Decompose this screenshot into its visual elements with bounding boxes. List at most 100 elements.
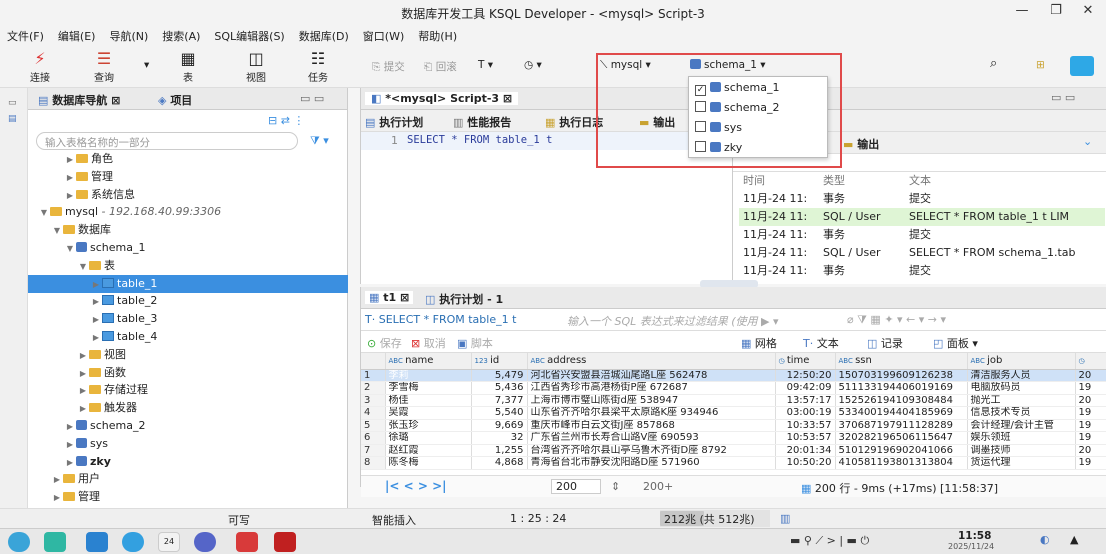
expand-toggle-icon[interactable]: ▼ <box>77 258 89 276</box>
table-cell[interactable]: 张玉珍 <box>385 419 472 432</box>
table-cell[interactable]: 电脑放码员 <box>967 381 1076 395</box>
tree-node[interactable]: ▼ 数据库 <box>28 221 348 239</box>
table-cell[interactable]: 20:01:34 <box>775 444 836 457</box>
tree-node[interactable]: ▶ 管理 <box>28 488 348 506</box>
tree-node[interactable]: ▶ 存储过程 <box>28 381 348 399</box>
table-cell[interactable]: 陈冬梅 <box>385 456 472 470</box>
ksql-developer-icon[interactable] <box>274 532 296 552</box>
table-cell[interactable]: 20 <box>1075 394 1106 407</box>
table-cell[interactable]: 5,479 <box>471 369 528 382</box>
table-row[interactable]: 8 陈冬梅 4,868 青海省台北市静安沈阳路D座 571960 10:50:20 410… <box>361 456 1106 470</box>
tree-node[interactable]: ▶ 角色 <box>28 150 348 168</box>
terminal-app-icon[interactable] <box>86 532 108 552</box>
filter-expression-input[interactable]: 输入一个 SQL 表达式来过滤结果 (使用 ▶ ▾ <box>567 313 779 329</box>
transaction-mode-icon[interactable]: T ▾ <box>478 59 493 71</box>
tree-node[interactable]: ▼ 表 <box>28 257 348 275</box>
expand-toggle-icon[interactable]: ▶ <box>90 329 102 347</box>
table-row[interactable]: 1 李莉 5,479 河北省兴安盟县涪城汕尾路L座 562478 12:50:20 150… <box>361 369 1106 382</box>
column-header[interactable]: ◷ <box>1075 353 1106 370</box>
execution-log-button[interactable]: ▦ 执行日志 <box>545 114 603 130</box>
table-cell[interactable]: 清洁服务人员 <box>967 369 1076 382</box>
start-menu-icon[interactable] <box>8 532 30 552</box>
maximize-button[interactable]: ❐ <box>1042 3 1070 21</box>
table-cell[interactable]: 赵红霞 <box>385 444 472 457</box>
table-cell[interactable]: 19 <box>1075 419 1106 432</box>
menu-sql-editor[interactable]: SQL编辑器(S) <box>207 24 291 48</box>
log-row[interactable]: 11月-24 11: 事务 提交 <box>739 190 1105 208</box>
tree-node[interactable]: ▶ 用户 <box>28 470 348 488</box>
expand-toggle-icon[interactable]: ▶ <box>77 365 89 383</box>
column-header[interactable]: 123 id <box>471 353 528 370</box>
collapse-icon[interactable]: ⌄ <box>1083 135 1092 148</box>
sql-text[interactable]: SELECT * FROM table_1 t <box>407 134 552 146</box>
column-header[interactable]: ABC ssn <box>835 353 968 370</box>
query-dropdown-icon[interactable]: ▾ <box>144 59 149 71</box>
menu-database[interactable]: 数据库(D) <box>292 24 356 48</box>
table-cell[interactable]: 信息技术专员 <box>967 406 1076 420</box>
table-cell[interactable]: 会计经理/会计主管 <box>967 419 1076 432</box>
bell-icon[interactable]: ▲ <box>1070 533 1078 546</box>
cancel-button[interactable]: ⊠ 取消 <box>411 335 446 351</box>
page-size-stepper[interactable]: ⇕ <box>611 480 620 493</box>
table-cell[interactable]: 19 <box>1075 406 1106 420</box>
table-cell[interactable]: 5,540 <box>471 406 528 420</box>
table-cell[interactable]: 410581193801313804 <box>835 456 968 470</box>
save-button[interactable]: ⊙ 保存 <box>367 335 402 351</box>
table-cell[interactable]: 510129196902041066 <box>835 444 968 457</box>
column-header[interactable]: ABC address <box>527 353 776 370</box>
ai-assistant-icon[interactable] <box>1070 56 1094 76</box>
history-icon[interactable]: ◷ ▾ <box>524 59 542 71</box>
table-cell[interactable]: 19 <box>1075 456 1106 470</box>
grid-view-button[interactable]: ▦ 网格 <box>741 335 777 351</box>
expand-toggle-icon[interactable]: ▼ <box>51 222 63 240</box>
menu-window[interactable]: 窗口(W) <box>356 24 411 48</box>
log-row[interactable]: 11月-24 11: SQL / User SELECT * FROM schema… <box>739 244 1105 262</box>
tree-node[interactable]: ▶ 视图 <box>28 346 348 364</box>
expand-toggle-icon[interactable]: ▶ <box>64 454 76 472</box>
text-view-button[interactable]: T· 文本 <box>803 335 839 351</box>
column-header[interactable]: ABC name <box>385 353 472 370</box>
table-cell[interactable]: 货运代理 <box>967 456 1076 470</box>
menu-edit[interactable]: 编辑(E) <box>51 24 103 48</box>
table-cell[interactable]: 12:50:20 <box>775 369 836 382</box>
expand-toggle-icon[interactable]: ▶ <box>64 436 76 454</box>
table-cell[interactable]: 调墨技师 <box>967 444 1076 457</box>
table-row[interactable]: 2 李雪梅 5,436 江西省秀珍市高港杨街P座 672687 09:42:09 5111… <box>361 381 1106 395</box>
table-cell[interactable]: 10:50:20 <box>775 456 836 470</box>
menu-navigate[interactable]: 导航(N) <box>102 24 155 48</box>
expand-toggle-icon[interactable]: ▶ <box>77 382 89 400</box>
table-cell[interactable]: 娱乐领班 <box>967 431 1076 445</box>
expand-toggle-icon[interactable]: ▼ <box>38 204 50 222</box>
log-row[interactable]: 11月-24 11: 事务 提交 <box>739 262 1105 280</box>
gc-icon[interactable]: ▥ <box>780 512 790 525</box>
expand-toggle-icon[interactable]: ▶ <box>51 489 63 507</box>
panels-button[interactable]: ◰ 面板 ▾ <box>933 335 978 351</box>
log-row[interactable]: 11月-24 11: SQL / User SELECT * FROM table_… <box>739 208 1105 226</box>
column-header[interactable]: ABC job <box>967 353 1076 370</box>
tree-node[interactable]: ▶ table_4 <box>28 328 348 346</box>
tree-node[interactable]: ▶ schema_2 <box>28 417 348 435</box>
expand-toggle-icon[interactable]: ▶ <box>77 347 89 365</box>
record-view-button[interactable]: ◫ 记录 <box>867 335 903 351</box>
table-cell[interactable]: 32 <box>471 431 528 445</box>
table-cell[interactable]: 山东省齐齐哈尔县梁平太原路K座 934946 <box>527 406 776 420</box>
tree-node[interactable]: ▶ 函数 <box>28 364 348 382</box>
tab-database-navigator[interactable]: ▤ 数据库导航 ⊠ <box>38 92 120 108</box>
settings-icon[interactable] <box>194 532 216 552</box>
table-cell[interactable]: 20 <box>1075 369 1106 382</box>
app-terminal-red-icon[interactable] <box>236 532 258 552</box>
table-cell[interactable]: 09:42:09 <box>775 381 836 395</box>
table-button[interactable]: ▦ 表 <box>168 49 208 85</box>
table-cell[interactable]: 李莉 <box>385 369 472 382</box>
panel-minimize-icon[interactable]: ▭ ▭ <box>300 92 324 105</box>
expand-toggle-icon[interactable]: ▼ <box>64 240 76 258</box>
results-grid[interactable]: ABC name 123 id ABC address ◷ time ABC ssn AB… <box>361 353 1106 475</box>
file-manager-icon[interactable] <box>44 532 66 552</box>
table-cell[interactable]: 9,669 <box>471 419 528 432</box>
table-cell[interactable]: 152526194109308484 <box>835 394 968 407</box>
table-cell[interactable]: 4,868 <box>471 456 528 470</box>
table-cell[interactable]: 上海市博市璧山陈街d座 538947 <box>527 394 776 407</box>
page-size-input[interactable]: 200 <box>551 479 601 494</box>
tab-t1[interactable]: ▦ t1 ⊠ <box>365 291 414 304</box>
table-row[interactable]: 3 杨佳 7,377 上海市博市璧山陈街d座 538947 13:57:17 152526… <box>361 394 1106 407</box>
